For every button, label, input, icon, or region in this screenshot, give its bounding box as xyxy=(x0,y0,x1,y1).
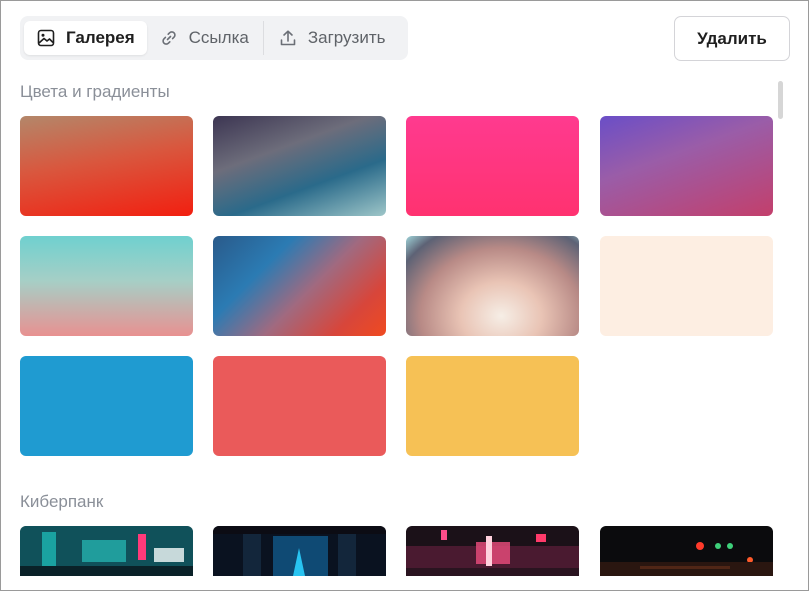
source-tabs: Галерея Ссылка Загрузить xyxy=(20,16,408,60)
color-tile-gradient-smoke-cyan[interactable] xyxy=(406,236,579,336)
link-icon xyxy=(159,28,179,48)
tab-upload[interactable]: Загрузить xyxy=(266,21,398,55)
cyberpunk-tile[interactable] xyxy=(600,526,773,576)
image-picker-panel: Галерея Ссылка Загрузить Удалить Цвета и… xyxy=(0,0,809,591)
color-tile-gradient-hot-pink[interactable] xyxy=(406,116,579,216)
tab-divider xyxy=(262,21,264,55)
tab-upload-label: Загрузить xyxy=(307,28,386,47)
color-tile-gradient-mint-coral[interactable] xyxy=(20,236,193,336)
color-tile-solid-blue[interactable] xyxy=(20,356,193,456)
night-traffic-art xyxy=(600,526,773,576)
color-tile-gradient-dusk-teal[interactable] xyxy=(213,116,386,216)
delete-button[interactable]: Удалить xyxy=(674,16,790,61)
tab-link[interactable]: Ссылка xyxy=(147,21,261,55)
cyberpunk-tile[interactable] xyxy=(213,526,386,576)
scrollbar-thumb[interactable] xyxy=(778,81,783,119)
upload-icon xyxy=(278,28,298,48)
color-tile-solid-coral-red[interactable] xyxy=(213,356,386,456)
color-tile-solid-cream[interactable] xyxy=(600,236,773,336)
image-icon xyxy=(36,28,56,48)
tab-gallery[interactable]: Галерея xyxy=(24,21,147,55)
tab-link-label: Ссылка xyxy=(188,28,249,47)
blue-tunnel-art xyxy=(213,526,386,576)
color-tile-gradient-blue-orange[interactable] xyxy=(213,236,386,336)
color-tile-gradient-violet-magenta[interactable] xyxy=(600,116,773,216)
cyberpunk-tile[interactable] xyxy=(406,526,579,576)
color-tile-gradient-orange-red[interactable] xyxy=(20,116,193,216)
section-title-colors: Цвета и градиенты xyxy=(20,82,170,101)
neon-street-art xyxy=(20,526,193,576)
cyberpunk-tile[interactable] xyxy=(20,526,193,576)
red-alley-art xyxy=(406,526,579,576)
tab-gallery-label: Галерея xyxy=(66,28,135,47)
section-title-cyberpunk: Киберпанк xyxy=(20,492,104,511)
color-tile-solid-mustard[interactable] xyxy=(406,356,579,456)
